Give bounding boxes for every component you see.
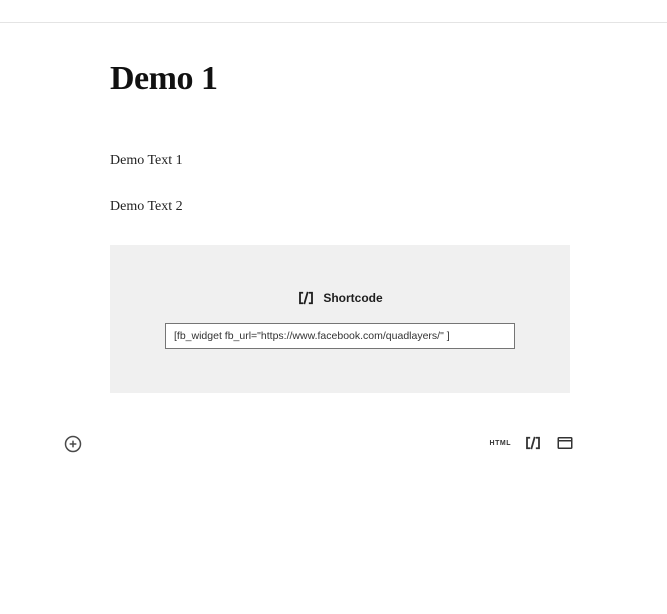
paragraph-block-1[interactable]: Demo Text 1 xyxy=(110,153,570,169)
shortcode-block[interactable]: Shortcode xyxy=(110,245,570,393)
shortcode-icon xyxy=(297,289,315,307)
shortcode-block-icon[interactable] xyxy=(523,433,543,453)
inserter-suggestions: HTML xyxy=(490,433,575,453)
editor-canvas: Demo 1 Demo Text 1 Demo Text 2 Shortcode xyxy=(110,60,570,393)
block-inserter-toolbar: HTML xyxy=(0,430,667,460)
shortcode-header: Shortcode xyxy=(140,289,540,307)
browser-block-icon[interactable] xyxy=(555,433,575,453)
add-block-button[interactable] xyxy=(62,433,84,455)
custom-html-block-icon[interactable]: HTML xyxy=(490,433,511,453)
page-title[interactable]: Demo 1 xyxy=(110,60,570,98)
top-divider xyxy=(0,22,667,23)
shortcode-input[interactable] xyxy=(165,323,515,349)
shortcode-label: Shortcode xyxy=(323,291,382,305)
paragraph-block-2[interactable]: Demo Text 2 xyxy=(110,199,570,215)
